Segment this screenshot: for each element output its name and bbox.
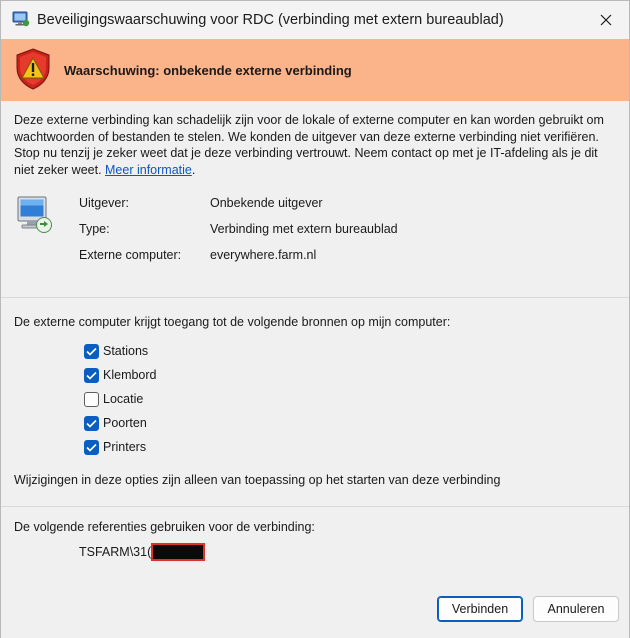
checkbox-checked[interactable] — [84, 439, 99, 455]
close-button[interactable] — [583, 1, 629, 39]
checkbox-poorten[interactable]: Poorten — [84, 414, 147, 432]
checkmark-icon — [86, 347, 97, 356]
checkbox-klembord[interactable]: Klembord — [84, 366, 157, 384]
username-text: TSFARM\31( — [79, 545, 152, 559]
checkmark-icon — [86, 371, 97, 380]
credentials-section: De volgende referenties gebruiken voor d… — [1, 507, 629, 580]
type-value: Verbinding met extern bureaublad — [210, 222, 398, 236]
description-text: Deze externe verbinding kan schadelijk z… — [14, 113, 604, 177]
publisher-label: Uitgever: — [79, 196, 130, 210]
more-info-link[interactable]: Meer informatie — [105, 163, 192, 177]
warning-banner: Waarschuwing: onbekende externe verbindi… — [1, 39, 629, 101]
checkbox-locatie[interactable]: Locatie — [84, 390, 143, 408]
dialog-footer: Verbinden Annuleren — [1, 581, 629, 638]
type-label: Type: — [79, 222, 110, 236]
checkbox-checked[interactable] — [84, 415, 99, 431]
checkbox-label: Poorten — [103, 416, 147, 430]
title-bar[interactable]: Beveiligingswaarschuwing voor RDC (verbi… — [1, 1, 629, 39]
remote-computer-label: Externe computer: — [79, 248, 182, 262]
remote-desktop-icon — [12, 11, 30, 27]
resources-note: Wijzigingen in deze opties zijn alleen v… — [14, 473, 501, 487]
checkbox-label: Printers — [103, 440, 147, 454]
checkbox-unchecked[interactable] — [84, 391, 99, 407]
checkbox-label: Stations — [103, 344, 149, 358]
credentials-intro: De volgende referenties gebruiken voor d… — [14, 520, 315, 534]
warning-heading: Waarschuwing: onbekende externe verbindi… — [64, 63, 352, 78]
warning-description: Deze externe verbinding kan schadelijk z… — [14, 112, 614, 178]
connect-button[interactable]: Verbinden — [437, 596, 523, 622]
warning-shield-icon — [15, 48, 51, 90]
checkbox-label: Klembord — [103, 368, 157, 382]
window-title: Beveiligingswaarschuwing voor RDC (verbi… — [37, 12, 504, 28]
checkbox-checked[interactable] — [84, 343, 99, 359]
resources-section: De externe computer krijgt toegang tot d… — [1, 298, 629, 507]
rdc-security-dialog: Beveiligingswaarschuwing voor RDC (verbi… — [0, 0, 630, 638]
remote-computer-value: everywhere.farm.nl — [210, 248, 317, 262]
redacted-block — [151, 543, 206, 561]
publisher-value: Onbekende uitgever — [210, 196, 323, 210]
checkbox-checked[interactable] — [84, 367, 99, 383]
checkbox-printers[interactable]: Printers — [84, 438, 146, 456]
description-end: . — [191, 162, 196, 177]
close-icon — [600, 14, 612, 26]
checkmark-icon — [86, 443, 97, 452]
remote-computer-icon — [15, 195, 55, 235]
checkbox-stations[interactable]: Stations — [84, 342, 148, 360]
connection-info-section: Deze externe verbinding kan schadelijk z… — [1, 101, 629, 298]
resources-intro: De externe computer krijgt toegang tot d… — [14, 315, 451, 329]
checkmark-icon — [86, 419, 97, 428]
checkbox-label: Locatie — [103, 392, 144, 406]
credential-username: TSFARM\31( — [79, 543, 206, 561]
cancel-button[interactable]: Annuleren — [533, 596, 619, 622]
